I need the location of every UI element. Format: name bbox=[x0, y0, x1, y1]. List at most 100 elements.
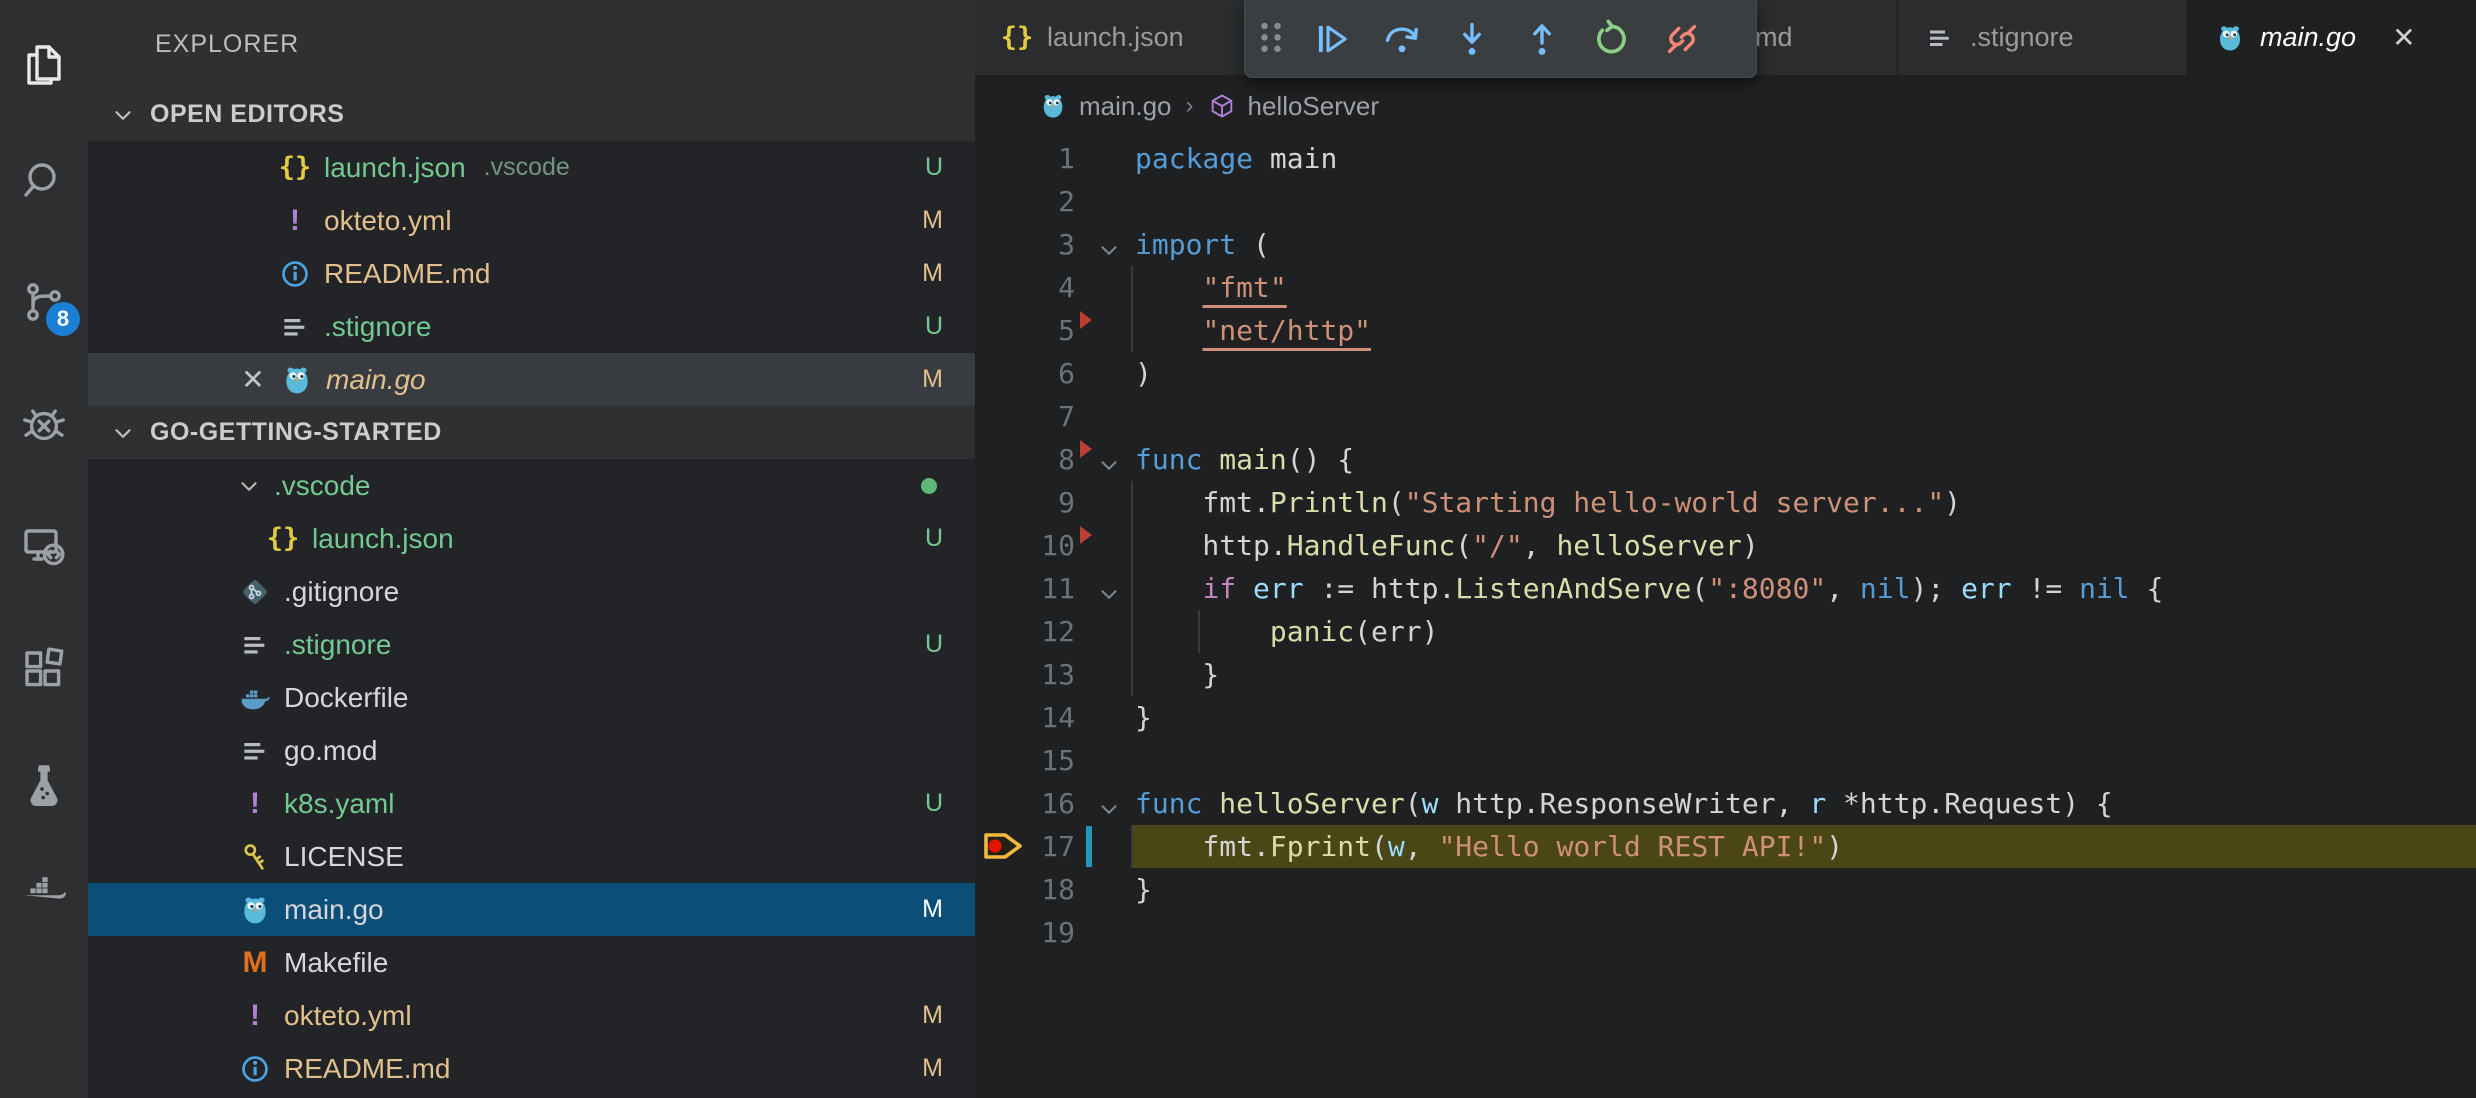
remote-icon bbox=[20, 522, 68, 570]
step-over-button[interactable] bbox=[1367, 7, 1437, 71]
line-number: 6 bbox=[975, 352, 1075, 395]
info-file-icon bbox=[278, 257, 312, 291]
tab-.stignore[interactable]: .stignore bbox=[1898, 0, 2188, 75]
tree-item-Dockerfile[interactable]: Dockerfile bbox=[88, 671, 975, 724]
indent-guide bbox=[1131, 567, 1133, 610]
step-into-button[interactable] bbox=[1437, 7, 1507, 71]
tree-item-okteto.yml[interactable]: !okteto.ymlM bbox=[88, 989, 975, 1042]
braces-file-icon: {} bbox=[1001, 22, 1033, 54]
gutter-marker-icon bbox=[1079, 514, 1093, 534]
indent-guide bbox=[1131, 309, 1133, 352]
gutter-marker-icon bbox=[1079, 299, 1093, 319]
activity-explorer[interactable] bbox=[0, 16, 88, 112]
line-number: 8 bbox=[975, 438, 1075, 481]
files-icon bbox=[20, 40, 68, 88]
tree-item-.gitignore[interactable]: .gitignore bbox=[88, 565, 975, 618]
git-status-badge: M bbox=[922, 895, 943, 924]
code-line-7: 7 bbox=[975, 395, 2476, 438]
tree-item-Makefile[interactable]: MMakefile bbox=[88, 936, 975, 989]
code-editor[interactable]: 1package main23import (4 "fmt"5 "net/htt… bbox=[975, 137, 2476, 1098]
step-out-button[interactable] bbox=[1507, 7, 1577, 71]
open-editor-launch.json[interactable]: {}launch.json.vscodeU bbox=[88, 141, 975, 194]
fold-chevron-icon[interactable] bbox=[1096, 576, 1122, 602]
code-line-17: 17 fmt.Fprint(w, "Hello world REST API!"… bbox=[975, 825, 2476, 868]
tree-item-launch.json[interactable]: {}launch.jsonU bbox=[88, 512, 975, 565]
fold-chevron-icon[interactable] bbox=[1096, 791, 1122, 817]
symbol-method-icon bbox=[1208, 92, 1236, 120]
code-line-9: 9 fmt.Println("Starting hello-world serv… bbox=[975, 481, 2476, 524]
line-number: 14 bbox=[975, 696, 1075, 739]
close-icon[interactable]: ✕ bbox=[2392, 21, 2415, 54]
code-line-16: 16func helloServer(w http.ResponseWriter… bbox=[975, 782, 2476, 825]
breadcrumb-file[interactable]: main.go bbox=[1079, 91, 1172, 122]
code-text: package main bbox=[1135, 137, 1337, 180]
git-status-badge: M bbox=[922, 1001, 943, 1030]
tab-launch.json[interactable]: {}launch.json bbox=[975, 0, 1250, 75]
git-status-badge: M bbox=[922, 259, 943, 288]
tree-item-.vscode[interactable]: .vscode bbox=[88, 459, 975, 512]
code-text: fmt.Fprint(w, "Hello world REST API!") bbox=[1135, 825, 1843, 868]
section-header-go-getting-started[interactable]: GO-GETTING-STARTED bbox=[88, 406, 975, 459]
git-status-badge: U bbox=[925, 312, 943, 341]
exclaim-file-icon: ! bbox=[238, 999, 272, 1033]
open-editor-okteto.yml[interactable]: !okteto.ymlM bbox=[88, 194, 975, 247]
restart-button[interactable] bbox=[1577, 7, 1647, 71]
activity-source-control[interactable]: 8 bbox=[0, 254, 88, 350]
debug-cursor bbox=[1086, 826, 1092, 867]
tree-item-main.go[interactable]: main.goM bbox=[88, 883, 975, 936]
chevron-down-icon bbox=[236, 473, 262, 499]
git-status-badge: U bbox=[925, 630, 943, 659]
line-number: 17 bbox=[975, 825, 1075, 868]
tree-item-go.mod[interactable]: go.mod bbox=[88, 724, 975, 777]
step-out-icon bbox=[1521, 18, 1563, 60]
fold-chevron-icon[interactable] bbox=[1096, 232, 1122, 258]
code-text: func main() { bbox=[1135, 438, 1354, 481]
open-editor-main.go[interactable]: ✕main.goM bbox=[88, 353, 975, 406]
tree-item-.stignore[interactable]: .stignoreU bbox=[88, 618, 975, 671]
line-number: 19 bbox=[975, 911, 1075, 954]
section-header-open-editors[interactable]: OPEN EDITORS bbox=[88, 88, 975, 141]
close-icon[interactable]: ✕ bbox=[236, 363, 270, 396]
toolbar-drag-handle[interactable] bbox=[1245, 7, 1297, 71]
git-status-badge: U bbox=[925, 524, 943, 553]
git-status-badge: M bbox=[922, 1054, 943, 1083]
line-number: 18 bbox=[975, 868, 1075, 911]
line-number: 13 bbox=[975, 653, 1075, 696]
disconnect-icon bbox=[1661, 18, 1703, 60]
fold-chevron-icon[interactable] bbox=[1096, 447, 1122, 473]
code-text: panic(err) bbox=[1135, 610, 1438, 653]
activity-search[interactable] bbox=[0, 132, 88, 228]
activity-run-and-debug[interactable] bbox=[0, 376, 88, 472]
continue-button[interactable] bbox=[1297, 7, 1367, 71]
line-number: 2 bbox=[975, 180, 1075, 223]
tree-item-LICENSE[interactable]: LICENSE bbox=[88, 830, 975, 883]
lines-file-icon bbox=[238, 734, 272, 768]
m-file-icon: M bbox=[238, 946, 272, 980]
code-text: } bbox=[1135, 653, 1219, 696]
tree-item-README.md[interactable]: README.mdM bbox=[88, 1042, 975, 1095]
step-over-icon bbox=[1381, 18, 1423, 60]
tree-item-k8s.yaml[interactable]: !k8s.yamlU bbox=[88, 777, 975, 830]
activity-testing[interactable] bbox=[0, 738, 88, 834]
line-number: 4 bbox=[975, 266, 1075, 309]
activity-docker[interactable] bbox=[0, 846, 88, 942]
code-line-15: 15 bbox=[975, 739, 2476, 782]
sidebar-title-label: EXPLORER bbox=[155, 30, 299, 59]
search-icon bbox=[20, 156, 68, 204]
breadcrumb-symbol[interactable]: helloServer bbox=[1248, 91, 1380, 122]
line-number: 5 bbox=[975, 309, 1075, 352]
git-file-icon bbox=[238, 575, 272, 609]
activity-extensions[interactable] bbox=[0, 620, 88, 716]
scm-changes-badge: 8 bbox=[46, 302, 80, 336]
gopher-file-icon bbox=[280, 363, 314, 397]
braces-file-icon: {} bbox=[266, 522, 300, 556]
disconnect-button[interactable] bbox=[1647, 7, 1717, 71]
gripper-icon bbox=[1245, 13, 1297, 65]
tab-main.go[interactable]: main.go✕ bbox=[2188, 0, 2476, 75]
open-editor-README.md[interactable]: README.mdM bbox=[88, 247, 975, 300]
continue-icon bbox=[1311, 18, 1353, 60]
activity-remote-explorer[interactable] bbox=[0, 498, 88, 594]
code-text: } bbox=[1135, 868, 1152, 911]
open-editor-.stignore[interactable]: .stignoreU bbox=[88, 300, 975, 353]
info-file-icon bbox=[238, 1052, 272, 1086]
